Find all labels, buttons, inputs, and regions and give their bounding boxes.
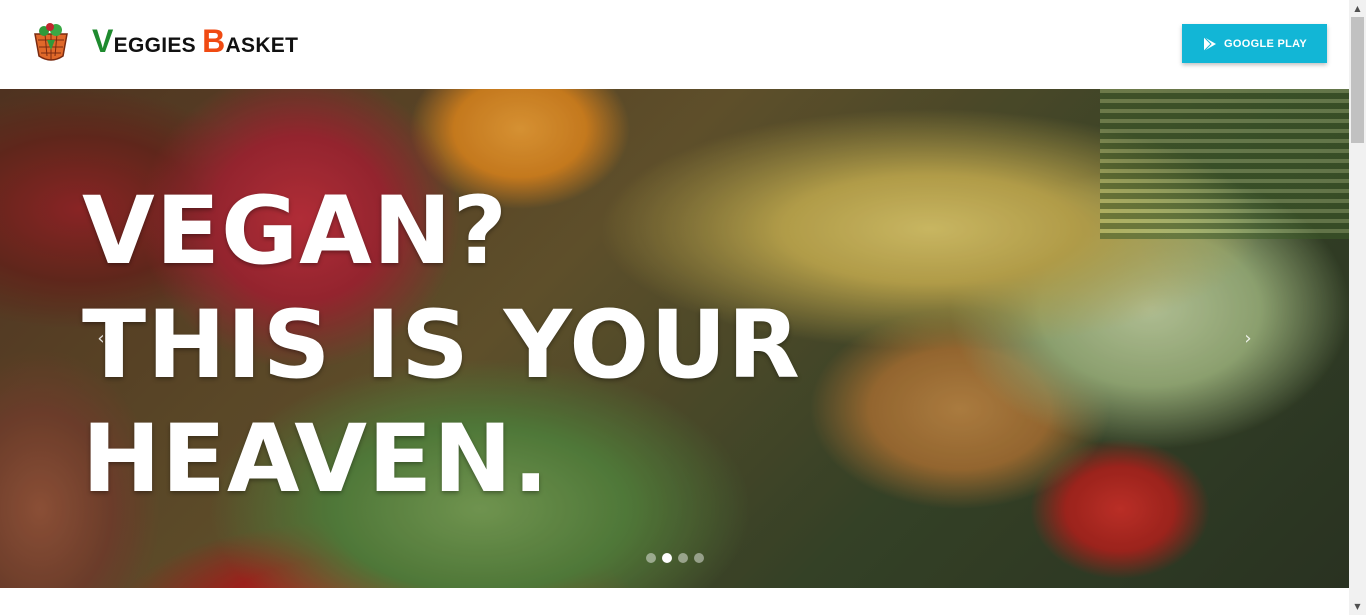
carousel-indicator-1[interactable]: [646, 553, 656, 563]
hero-headline-line-2: THIS IS YOUR: [82, 291, 801, 400]
hero-carousel: VEGAN? THIS IS YOUR HEAVEN. ‹ ›: [0, 89, 1349, 588]
hero-background-basket: [1100, 89, 1349, 239]
play-store-icon: [1203, 36, 1217, 51]
google-play-label: GOOGLE PLAY: [1224, 37, 1307, 50]
hero-headline-line-3: HEAVEN.: [82, 405, 550, 514]
carousel-indicators: [646, 553, 704, 563]
brand-word-eggies: EGGIES: [113, 34, 196, 57]
site-header: VEGGIES BASKET GOOGLE PLAY: [0, 0, 1349, 89]
hero-headline: VEGAN? THIS IS YOUR HEAVEN.: [82, 175, 982, 517]
brand-initial-b: B: [202, 23, 226, 59]
carousel-indicator-4[interactable]: [694, 553, 704, 563]
brand-name[interactable]: VEGGIES BASKET: [92, 24, 298, 58]
scroll-up-arrow-icon[interactable]: ▲: [1349, 0, 1366, 17]
carousel-indicator-2[interactable]: [662, 553, 672, 563]
veggie-basket-logo-icon[interactable]: [29, 20, 73, 64]
google-play-button[interactable]: GOOGLE PLAY: [1182, 24, 1327, 63]
carousel-prev-arrow-icon[interactable]: ‹: [91, 327, 111, 351]
scrollbar-thumb[interactable]: [1351, 17, 1364, 143]
carousel-indicator-3[interactable]: [678, 553, 688, 563]
hero-headline-line-1: VEGAN?: [82, 177, 509, 286]
scroll-down-arrow-icon[interactable]: ▼: [1349, 598, 1366, 615]
page-scrollbar[interactable]: ▲ ▼: [1349, 0, 1366, 615]
carousel-next-arrow-icon[interactable]: ›: [1238, 327, 1258, 351]
brand-word-asket: ASKET: [225, 34, 299, 57]
brand-initial-v: V: [92, 23, 114, 59]
